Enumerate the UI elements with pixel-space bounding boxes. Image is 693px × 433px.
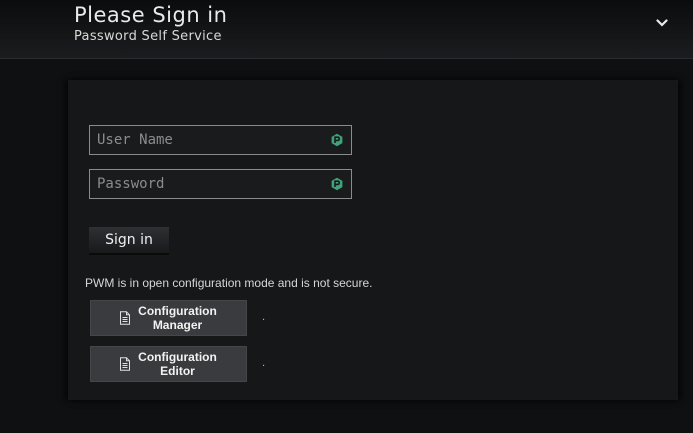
page-subtitle: Password Self Service — [74, 29, 222, 44]
document-icon — [119, 357, 130, 371]
configuration-manager-note: . — [262, 312, 266, 323]
password-input[interactable] — [90, 170, 320, 198]
header-bar: Please Sign in Password Self Service — [0, 0, 693, 59]
configuration-editor-note: . — [262, 358, 266, 369]
configuration-editor-label: Configuration Editor — [138, 350, 217, 378]
username-field[interactable] — [89, 125, 352, 155]
configuration-manager-label: Configuration Manager — [138, 304, 217, 332]
configuration-editor-button[interactable]: Configuration Editor — [90, 346, 247, 382]
username-input[interactable] — [90, 126, 320, 154]
chevron-down-icon — [656, 19, 668, 27]
header-menu-toggle[interactable] — [652, 13, 672, 33]
document-icon — [119, 311, 130, 325]
sign-in-button[interactable]: Sign in — [89, 227, 169, 255]
password-manager-icon[interactable] — [330, 133, 344, 147]
password-manager-icon[interactable] — [330, 177, 344, 191]
configuration-manager-button[interactable]: Configuration Manager — [90, 300, 247, 336]
password-field[interactable] — [89, 169, 352, 199]
open-config-notice: PWM is in open configuration mode and is… — [85, 276, 373, 290]
page-title: Please Sign in — [74, 3, 228, 27]
